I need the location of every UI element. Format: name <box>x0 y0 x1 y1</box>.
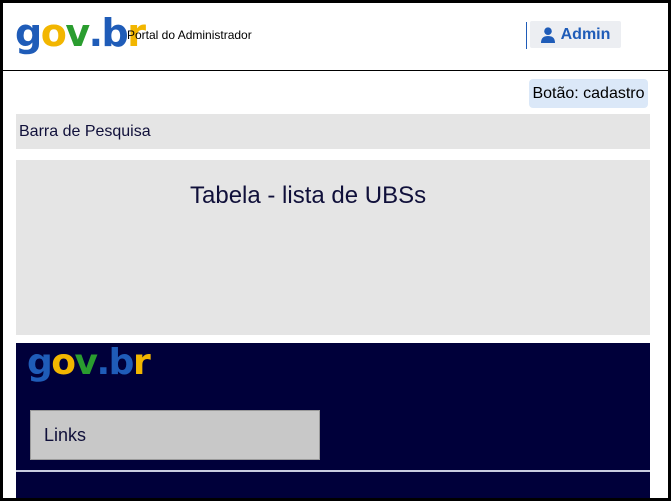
logo-letter-b: b <box>108 342 135 383</box>
logo-letter-g: g <box>15 11 42 55</box>
site-footer: gov.br Links <box>16 342 650 498</box>
footer-links[interactable]: Links <box>30 410 320 460</box>
logo-letter-v: v <box>74 342 98 383</box>
logo-letter-r: r <box>132 342 151 383</box>
portal-title: Portal do Administrador <box>127 28 252 42</box>
logo-letter-o: o <box>51 342 76 383</box>
admin-button[interactable]: Admin <box>530 21 621 48</box>
logo-letter-v: v <box>65 11 90 55</box>
user-icon <box>540 26 555 43</box>
header-divider <box>526 22 527 49</box>
logo-letter-o: o <box>40 11 67 55</box>
logo-letter-g: g <box>27 342 53 383</box>
govbr-footer-logo[interactable]: gov.br <box>27 342 151 383</box>
search-bar[interactable]: Barra de Pesquisa <box>16 114 650 149</box>
logo-dot: . <box>96 342 110 383</box>
govbr-logo[interactable]: gov.br <box>15 11 146 55</box>
table-title: Tabela - lista de UBSs <box>190 182 427 209</box>
footer-divider <box>16 470 650 472</box>
admin-label: Admin <box>560 25 611 43</box>
app-window: gov.br Portal do Administrador Admin Bot… <box>0 0 671 501</box>
site-header: gov.br Portal do Administrador Admin <box>3 3 668 71</box>
logo-letter-b: b <box>101 11 129 55</box>
logo-dot: . <box>88 11 103 55</box>
ubs-table-placeholder: Tabela - lista de UBSs <box>16 160 650 335</box>
cadastro-button[interactable]: Botão: cadastro <box>529 79 648 108</box>
